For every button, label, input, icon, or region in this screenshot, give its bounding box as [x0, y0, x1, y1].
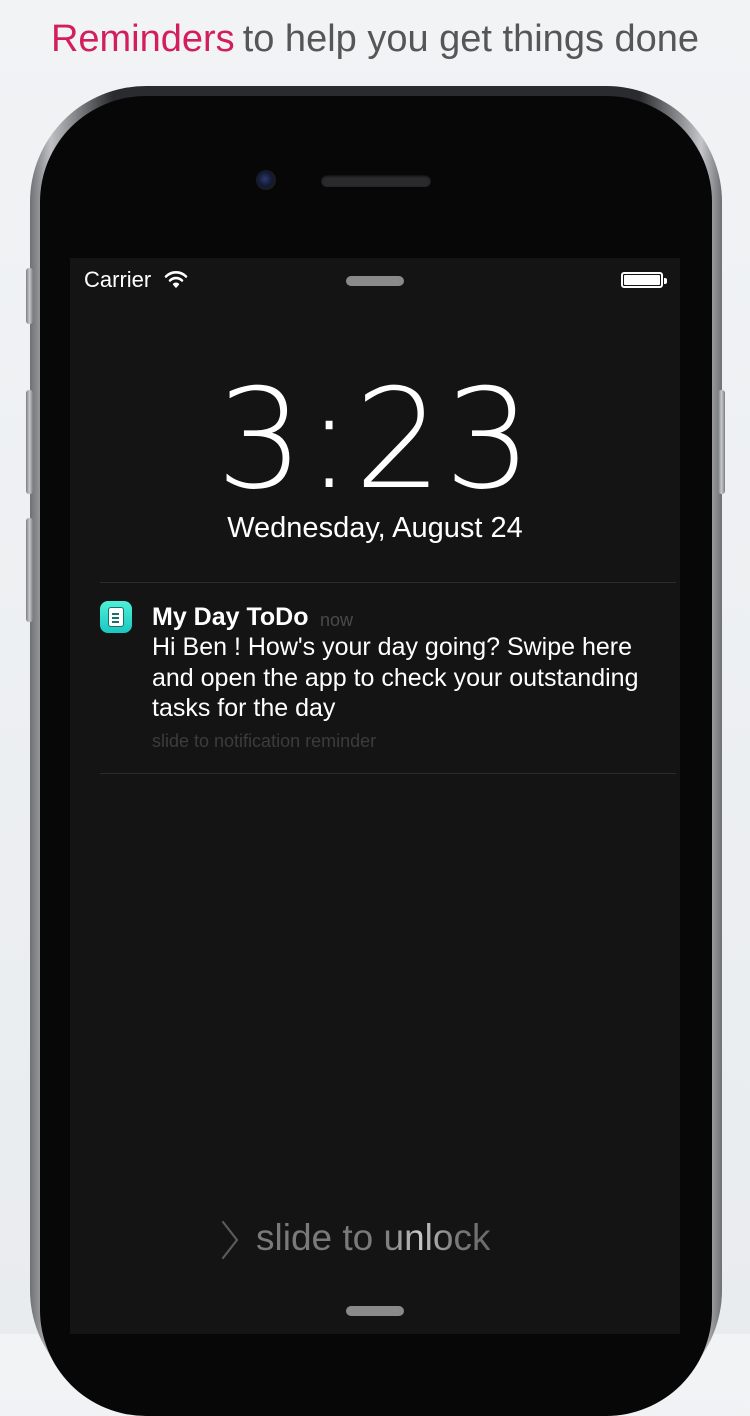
wifi-icon [164, 269, 188, 294]
volume-down-button [26, 518, 33, 622]
battery-fill [624, 275, 660, 285]
slide-to-unlock[interactable]: slide to unlock [256, 1216, 490, 1260]
notification-divider-top [100, 582, 676, 583]
headline-text: to help you get things done [242, 18, 700, 60]
notification-time: now [320, 610, 354, 630]
battery-terminal [664, 278, 667, 284]
carrier-label: Carrier [84, 267, 152, 292]
notification-action-hint: slide to notification reminder [152, 731, 377, 751]
mute-switch [26, 268, 33, 324]
notepad-icon [100, 601, 132, 633]
notepad-sheet [108, 607, 124, 627]
notification-center-grabber[interactable] [346, 276, 404, 286]
battery-full-icon [621, 272, 667, 288]
chevron-right-icon [220, 1220, 240, 1265]
marketing-headline: Reminders to help you get things done [0, 14, 750, 64]
notification-divider-bottom [100, 773, 676, 774]
front-camera [256, 170, 276, 190]
lock-screen-time: 3:23 [216, 359, 534, 520]
earpiece-speaker [321, 175, 431, 187]
notification-message: Hi Ben ! How's your day going? Swipe her… [152, 633, 639, 722]
notification-app-name: My Day ToDo [152, 603, 309, 631]
volume-up-button [26, 390, 33, 494]
lock-screen[interactable]: Carrier 3:23 Wednesday, August 24 My Day… [70, 258, 680, 1334]
power-button [718, 390, 725, 494]
control-center-grabber[interactable] [346, 1306, 404, 1316]
headline-accent: Reminders [50, 18, 235, 60]
lock-screen-date: Wednesday, August 24 [227, 512, 523, 544]
